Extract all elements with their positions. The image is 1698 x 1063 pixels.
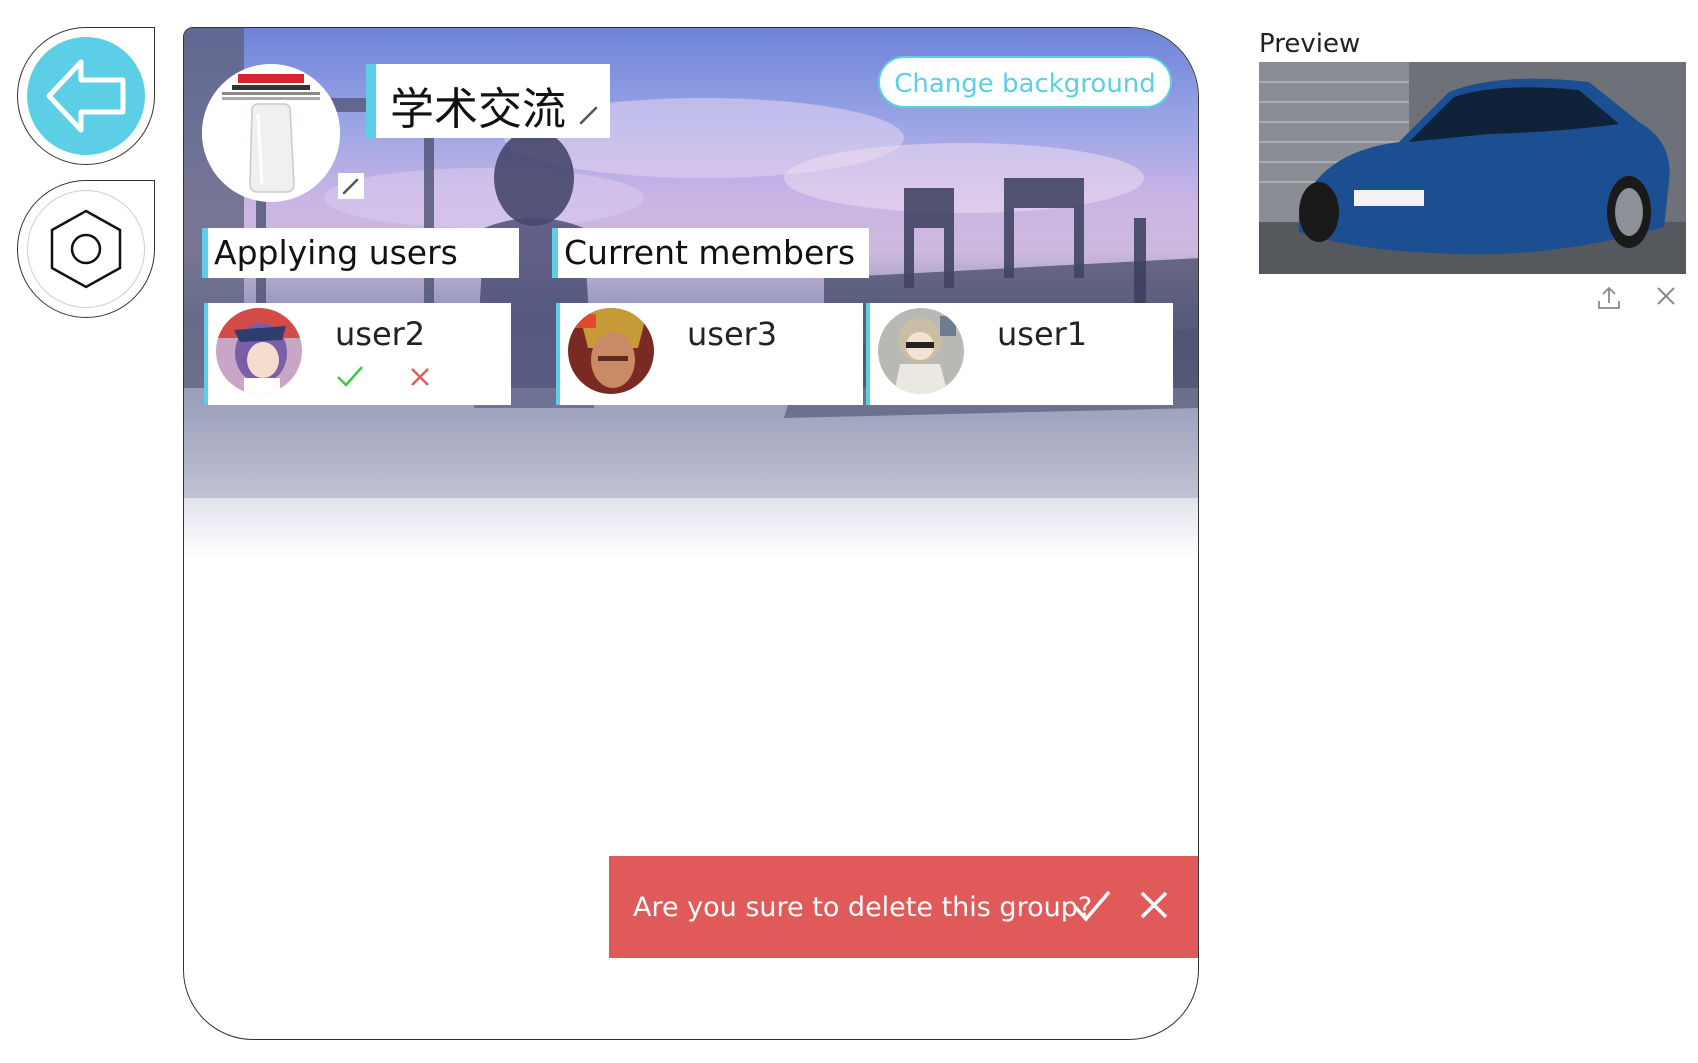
confirm-message: Are you sure to delete this group? — [633, 892, 1093, 923]
back-arrow-icon — [27, 37, 145, 155]
pencil-icon — [342, 178, 359, 195]
delete-group-confirmation: Are you sure to delete this group? — [609, 856, 1198, 958]
upload-icon — [1598, 286, 1620, 309]
edit-avatar-button[interactable] — [338, 173, 364, 199]
user-avatar[interactable] — [216, 308, 302, 394]
preview-label: Preview — [1259, 29, 1361, 59]
change-background-button[interactable]: Change background — [878, 56, 1172, 108]
applying-users-heading: Applying users — [202, 228, 519, 278]
back-button[interactable] — [17, 27, 155, 165]
cola-glass-image — [202, 64, 340, 202]
pencil-icon — [579, 106, 598, 125]
settings-button[interactable] — [17, 180, 155, 318]
user-name: user3 — [687, 315, 778, 353]
edit-name-button[interactable] — [578, 104, 600, 130]
group-title-box: 学术交流 — [366, 64, 610, 138]
cancel-delete-button[interactable] — [1139, 890, 1169, 924]
accept-user-button[interactable] — [336, 365, 364, 391]
group-name: 学术交流 — [390, 84, 566, 135]
reject-user-button[interactable] — [410, 367, 430, 391]
confirm-delete-button[interactable] — [1072, 889, 1112, 927]
close-icon — [1657, 287, 1675, 305]
close-icon — [1140, 891, 1168, 919]
group-avatar[interactable] — [202, 64, 340, 202]
user-name: user2 — [335, 315, 426, 353]
member-card: user1 — [866, 303, 1173, 405]
group-card: 学术交流 Change background Applying users Cu… — [183, 27, 1199, 1040]
check-icon — [1073, 890, 1111, 922]
user-avatar[interactable] — [878, 308, 964, 394]
check-icon — [337, 366, 363, 387]
preview-image — [1259, 62, 1686, 274]
current-members-heading: Current members — [552, 228, 869, 278]
share-preview-button[interactable] — [1596, 285, 1622, 315]
user-name: user1 — [997, 315, 1088, 353]
user-avatar[interactable] — [568, 308, 654, 394]
close-icon — [411, 368, 429, 386]
applying-user-card: user2 — [204, 303, 511, 405]
close-preview-button[interactable] — [1655, 285, 1677, 311]
member-card: user3 — [556, 303, 863, 405]
hexagon-settings-icon — [27, 190, 145, 308]
